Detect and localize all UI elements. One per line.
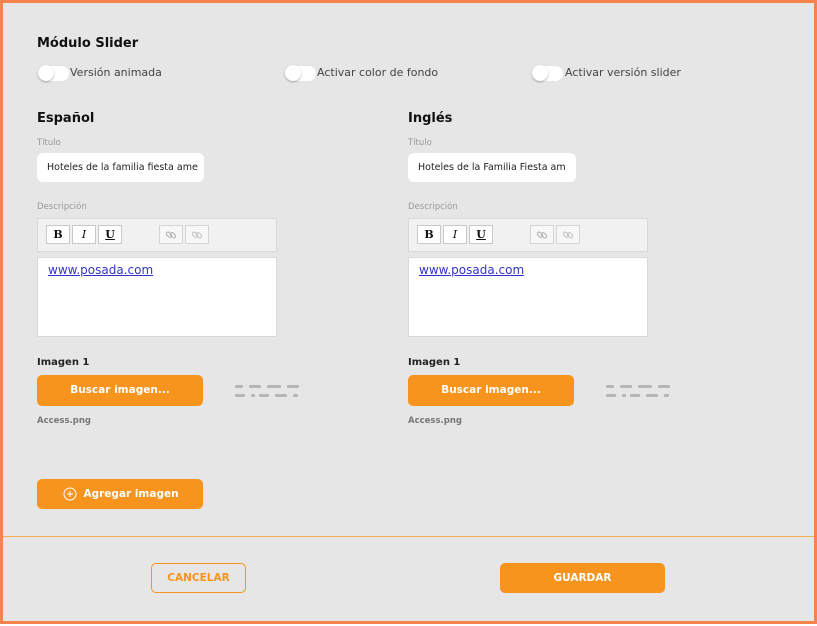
plus-circle-icon [63,487,77,501]
english-title-input[interactable]: Hoteles de la Familia Fiesta am [408,153,576,182]
description-link[interactable]: www.posada.com [419,263,524,277]
toggle-background-color[interactable] [285,65,317,82]
italic-button[interactable]: I [443,225,467,244]
save-button[interactable]: GUARDAR [500,563,665,593]
add-image-button[interactable]: Agregar imagen [37,479,203,509]
unlink-icon[interactable] [556,225,580,244]
italic-button[interactable]: I [72,225,96,244]
description-link[interactable]: www.posada.com [48,263,153,277]
english-image-label: Imagen 1 [408,357,461,368]
english-title-label: Título [408,138,432,148]
spanish-file-name: Access.png [37,416,91,426]
toggle-animated-version[interactable] [38,65,70,82]
toggle-knob [285,65,301,81]
bold-button[interactable]: B [417,225,441,244]
spanish-image-label: Imagen 1 [37,357,90,368]
underline-button[interactable]: U [469,225,493,244]
spanish-title-label: Título [37,138,61,148]
english-image-thumbnail [606,385,674,403]
toggle-animated-version-label: Versión animada [70,66,162,79]
english-description-label: Descripción [408,202,458,212]
underline-button[interactable]: U [98,225,122,244]
spanish-description-label: Descripción [37,202,87,212]
toggle-slider-version-label: Activar versión slider [565,66,681,79]
spanish-heading: Español [37,111,95,126]
bold-button[interactable]: B [46,225,70,244]
cancel-button[interactable]: CANCELAR [151,563,246,593]
english-heading: Inglés [408,111,453,126]
unlink-icon[interactable] [185,225,209,244]
english-search-image-button[interactable]: Buscar imagen... [408,375,574,406]
add-image-label: Agregar imagen [83,488,179,500]
spanish-description-editor[interactable]: www.posada.com [37,257,277,337]
english-description-editor[interactable]: www.posada.com [408,257,648,337]
spanish-search-image-button[interactable]: Buscar imagen... [37,375,203,406]
link-icon[interactable] [159,225,183,244]
toggle-background-color-label: Activar color de fondo [317,66,439,79]
english-file-name: Access.png [408,416,462,426]
english-editor-toolbar: B I U [408,218,648,252]
toggle-slider-version[interactable] [532,65,564,82]
slider-module-dialog: Módulo Slider Versión animada Activar co… [0,0,817,624]
module-title: Módulo Slider [37,36,139,51]
toggle-knob [38,65,54,81]
spanish-image-thumbnail [235,385,303,403]
spanish-title-input[interactable]: Hoteles de la familia fiesta ame [37,153,204,182]
link-icon[interactable] [530,225,554,244]
spanish-editor-toolbar: B I U [37,218,277,252]
footer-divider [3,536,814,537]
toggle-knob [532,65,548,81]
